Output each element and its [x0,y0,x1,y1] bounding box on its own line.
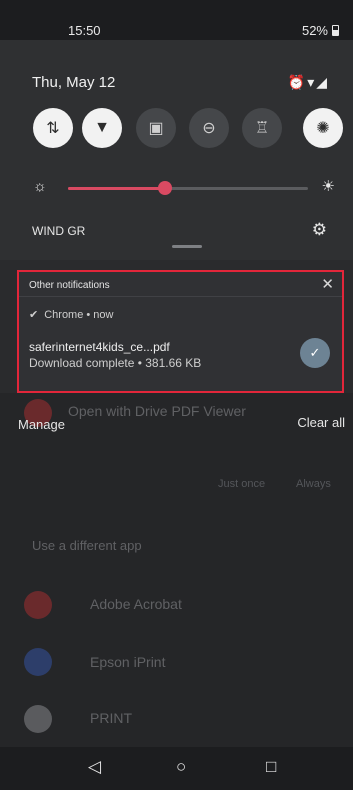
download-notification[interactable]: Other notifications ✕ ✔ Chrome • now saf… [17,270,344,393]
app-print[interactable]: PRINT [90,710,132,726]
battery-percentage: 52% [301,23,328,38]
status-battery: 52% [302,23,339,38]
wifi-tile[interactable]: ▼ [82,108,122,148]
epson-iprint-icon [24,648,52,676]
alarm-wifi-signal-icons: ⏰▾◢ [287,74,329,90]
always-button[interactable]: Always [296,478,331,490]
notification-app-line: ✔ Chrome • now [29,308,114,322]
download-complete-button[interactable]: ✓ [300,338,330,368]
background-app-sheet: Open with Drive PDF Viewer Manage Clear … [0,393,353,747]
notification-body: Download complete • 381.66 KB [29,356,202,370]
app-adobe-acrobat[interactable]: Adobe Acrobat [90,596,182,612]
recents-icon[interactable]: □ [266,757,276,777]
clear-all-button[interactable]: Clear all [297,415,345,430]
mobile-data-tile[interactable]: ⇅ [33,108,73,148]
date-label: Thu, May 12 [32,74,116,91]
brightness-auto-icon[interactable]: ☀ [322,177,335,195]
adobe-acrobat-icon [24,591,52,619]
navigation-bar: ◁ ○ □ [0,747,353,790]
download-icon: ✓ [309,345,321,360]
auto-rotate-tile[interactable]: ✺ [303,108,343,148]
back-icon[interactable]: ◁ [88,757,101,777]
brightness-low-icon: ☼ [33,178,47,195]
battery-icon [332,25,339,36]
do-not-disturb-icon: ⊖ [202,120,216,137]
battery-saver-tile[interactable]: ▣ [136,108,176,148]
notification-app-label: Chrome • now [44,308,114,321]
just-once-button[interactable]: Just once [218,478,265,490]
home-icon[interactable]: ○ [176,757,186,777]
close-icon[interactable]: ✕ [321,275,334,293]
wifi-icon: ▼ [94,119,110,136]
flashlight-icon: ♖ [254,120,270,137]
open-with-label: Open with Drive PDF Viewer [68,403,246,419]
drag-handle[interactable] [172,245,202,248]
quick-settings-panel: Thu, May 12 ⏰▾◢ ⇅ ▼ ▣ ⊖ ♖ ✺ ☼ ☀ WIND GR … [0,40,353,260]
brightness-slider[interactable] [68,187,308,190]
flashlight-tile[interactable]: ♖ [242,108,282,148]
brightness-fill [68,187,164,190]
mobile-data-icon: ⇅ [46,120,60,137]
download-done-icon: ✔ [29,309,39,321]
do-not-disturb-tile[interactable]: ⊖ [189,108,229,148]
brightness-thumb[interactable] [158,181,172,195]
auto-rotate-icon: ✺ [316,120,330,137]
carrier-label: WIND GR [32,224,86,238]
battery-saver-icon: ▣ [148,120,164,137]
status-bar: 15:50 52% [0,0,353,40]
manage-button[interactable]: Manage [18,417,65,432]
print-app-icon [24,705,52,733]
use-different-app-label: Use a different app [32,538,142,553]
notification-title: saferinternet4kids_ce...pdf [29,340,170,354]
notification-group-header: Other notifications [29,280,110,291]
status-time: 15:50 [68,23,101,38]
notification-divider [19,296,342,297]
app-epson-iprint[interactable]: Epson iPrint [90,654,165,670]
gear-icon[interactable]: ⚙ [312,220,327,240]
